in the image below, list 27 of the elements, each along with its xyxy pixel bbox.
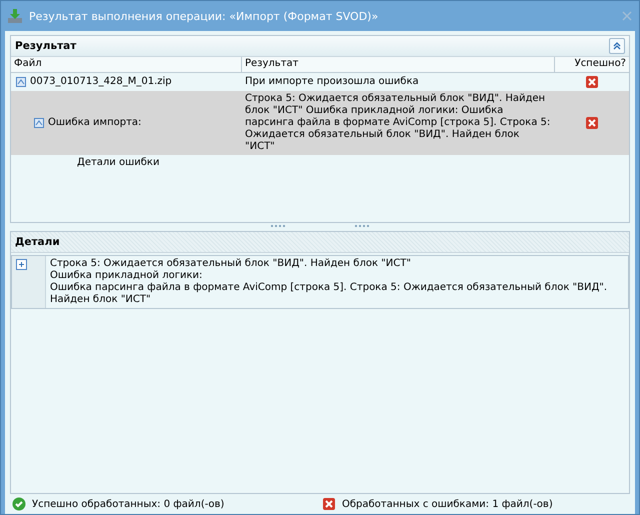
file-name: Детали ошибки	[77, 157, 160, 169]
document-icon	[15, 76, 27, 88]
panel-title: Детали	[15, 236, 60, 248]
panel-title: Результат	[15, 40, 76, 52]
result-text: Строка 5: Ожидается обязательный блок "ВИД". Найден блок "ИСТ" Ошибка прикладной логики: Ошибка парсинга файла в формате AviComp [строка 5]. Строка 5: Ожидается обязательный блок "ВИД". Найден блок "ИСТ"	[245, 93, 552, 153]
column-header[interactable]: Успешно?	[555, 57, 629, 72]
download-icon	[7, 8, 23, 24]
result-text: При импорте произошла ошибка	[245, 76, 419, 88]
status-text: Успешно обработанных: 0 файл(-ов)	[32, 498, 224, 510]
collapse-button[interactable]	[609, 38, 625, 54]
column-header[interactable]: Результат	[242, 57, 555, 72]
expand-icon[interactable]	[16, 259, 27, 270]
table-row[interactable]	[11, 91, 629, 155]
window-title: Результат выполнения операции: «Импорт (Формат SVOD)»	[29, 10, 380, 22]
detail-line: Ошибка прикладной логики:	[50, 270, 204, 282]
status-text: Обработанных с ошибками: 1 файл(-ов)	[342, 498, 553, 510]
detail-line: Ошибка парсинга файла в формате AviComp [строка 5]. Строка 5: Ожидается обязательный блок "ВИД". Найден блок "ИСТ"	[50, 282, 608, 306]
error-icon	[322, 497, 336, 511]
file-name: Ошибка импорта:	[48, 117, 142, 129]
file-name: 0073_010713_428_M_01.zip	[30, 76, 172, 88]
chevron-icon	[612, 41, 622, 51]
check-icon	[12, 497, 26, 511]
detail-line: Строка 5: Ожидается обязательный блок "ВИД". Найден блок "ИСТ"	[50, 258, 412, 270]
table-row[interactable]: 0073_010713_428_M_01.zip При импорте произошла ошибка	[11, 73, 629, 91]
document-icon	[33, 117, 45, 129]
table-row[interactable]: Детали ошибки	[11, 155, 629, 171]
column-header[interactable]: Файл	[11, 57, 242, 72]
